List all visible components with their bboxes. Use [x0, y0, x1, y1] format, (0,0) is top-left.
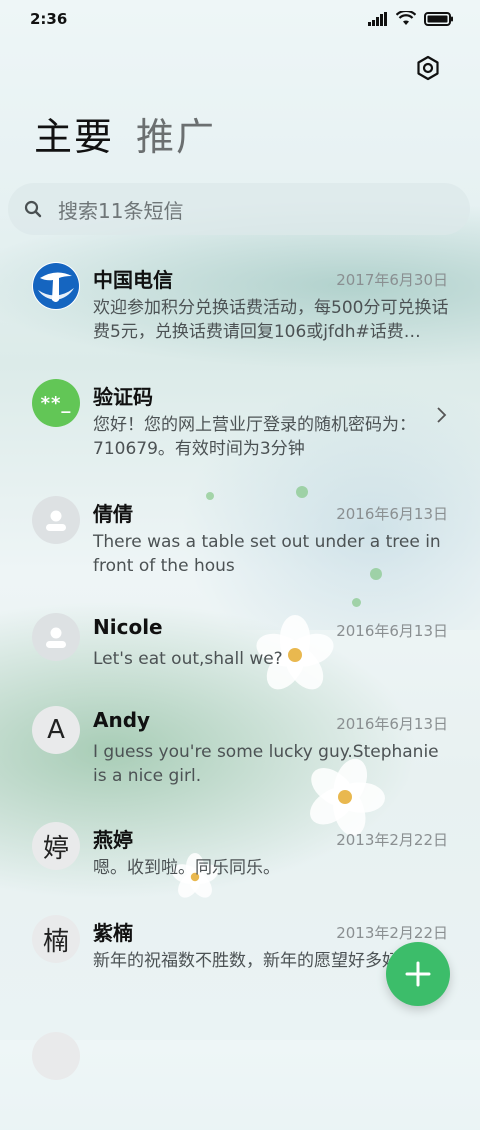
avatar [32, 262, 80, 310]
search-placeholder: 搜索11条短信 [58, 198, 184, 223]
tab-promotions[interactable]: 推广 [136, 106, 216, 161]
message-date: 2016年6月13日 [336, 505, 448, 523]
plus-icon [405, 961, 431, 987]
settings-button[interactable] [412, 52, 444, 84]
person-icon [46, 510, 66, 531]
tab-primary[interactable]: 主要 [34, 106, 114, 161]
status-time: 2:36 [30, 10, 68, 28]
conversation-item[interactable]: A Andy 2016年6月13日 I guess you're some lu… [0, 694, 480, 804]
avatar [32, 496, 80, 544]
china-telecom-logo-icon [33, 263, 79, 309]
conversation-item[interactable]: 倩倩 2016年6月13日 There was a table set out … [0, 484, 480, 594]
message-preview: 您好！您的网上营业厅登录的随机密码为：710679。有效时间为3分钟 [93, 415, 416, 459]
contact-name: 紫楠 [93, 921, 133, 945]
message-date: 2016年6月13日 [336, 715, 448, 733]
hexagon-settings-icon [417, 55, 439, 81]
message-date: 2013年2月22日 [336, 831, 448, 849]
message-date: 2017年6月30日 [336, 271, 448, 289]
message-preview: 新年的祝福数不胜数，新年的愿望好多好多，新年的问候依旧美好，在这个温馨的时刻… [93, 951, 393, 971]
contact-name: Andy [93, 708, 151, 732]
message-date: 2016年6月13日 [336, 622, 448, 640]
contact-name: 倩倩 [93, 502, 133, 526]
wifi-icon [396, 11, 416, 25]
contact-name: 中国电信 [93, 268, 173, 292]
avatar: 楠 [32, 915, 80, 963]
avatar: 婷 [32, 822, 80, 870]
status-bar: 2:36 [0, 0, 480, 40]
signal-icon [368, 11, 387, 26]
conversation-item-partial[interactable] [0, 1020, 480, 1130]
search-bar[interactable]: 搜索11条短信 [8, 183, 470, 235]
contact-name: 验证码 [93, 385, 153, 409]
person-icon [46, 627, 66, 648]
avatar [32, 1032, 80, 1080]
contact-name: Nicole [93, 615, 163, 639]
chevron-right-icon[interactable] [434, 405, 448, 425]
avatar: A [32, 706, 80, 754]
battery-icon [424, 11, 453, 26]
new-message-button[interactable] [386, 942, 450, 1006]
contact-name: 燕婷 [93, 828, 133, 852]
avatar [32, 613, 80, 661]
message-date: 2013年2月22日 [336, 924, 448, 942]
conversation-item[interactable]: 中国电信 2017年6月30日 欢迎参加积分兑换话费活动，每500分可兑换话费5… [0, 250, 480, 360]
message-preview: 欢迎参加积分兑换话费活动，每500分可兑换话费5元，兑换话费请回复106或jfd… [93, 298, 449, 342]
message-preview: I guess you're some lucky guy.Stephanie … [93, 742, 439, 786]
folder-tabs: 主要 推广 [34, 106, 216, 161]
avatar: **_ [32, 379, 80, 427]
message-preview: Let's eat out,shall we? [93, 649, 283, 669]
message-preview: There was a table set out under a tree i… [93, 532, 441, 576]
search-icon [24, 200, 42, 218]
message-preview: 嗯。收到啦。同乐同乐。 [93, 858, 280, 878]
conversation-item[interactable]: **_ 验证码 您好！您的网上营业厅登录的随机密码为：710679。有效时间为3… [0, 367, 480, 477]
